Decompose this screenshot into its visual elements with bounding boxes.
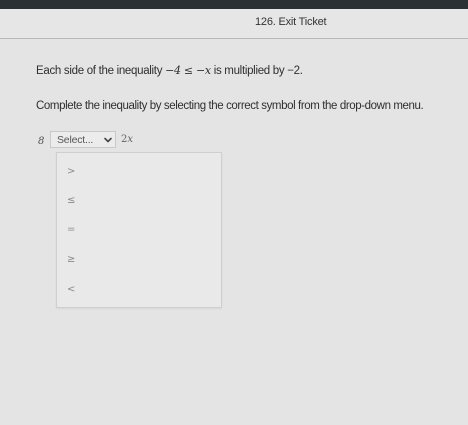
question-prefix: Each side of the inequality xyxy=(36,65,166,77)
select-placeholder: Select... xyxy=(57,134,94,146)
exit-ticket-page: 126. Exit Ticket Each side of the inequa… xyxy=(0,0,468,425)
inequality-expression: −4 ≤ −x xyxy=(165,64,211,77)
symbol-select[interactable]: Select... xyxy=(50,131,116,148)
inequality-rhs: 2x xyxy=(121,134,133,145)
question-middle: is multiplied by xyxy=(210,65,288,77)
multiplier-value: −2. xyxy=(287,65,303,77)
option-greater-than[interactable]: > xyxy=(57,161,221,185)
rhs-variable: x xyxy=(127,134,134,145)
option-less-than[interactable]: < xyxy=(57,279,221,303)
question-text: Each side of the inequality −4 ≤ −x is m… xyxy=(36,64,303,77)
symbol-dropdown-menu: > ≤ = ≥ < xyxy=(56,152,222,308)
title-bar: 126. Exit Ticket xyxy=(0,9,468,39)
inequality-lhs: 8 xyxy=(38,136,45,147)
page-title: 126. Exit Ticket xyxy=(255,16,327,28)
chevron-down-icon xyxy=(104,137,112,143)
option-equal[interactable]: = xyxy=(57,219,221,243)
option-greater-or-equal[interactable]: ≥ xyxy=(57,249,221,273)
option-less-or-equal[interactable]: ≤ xyxy=(57,190,221,214)
top-bar xyxy=(0,0,468,9)
instruction-text: Complete the inequality by selecting the… xyxy=(36,100,424,112)
